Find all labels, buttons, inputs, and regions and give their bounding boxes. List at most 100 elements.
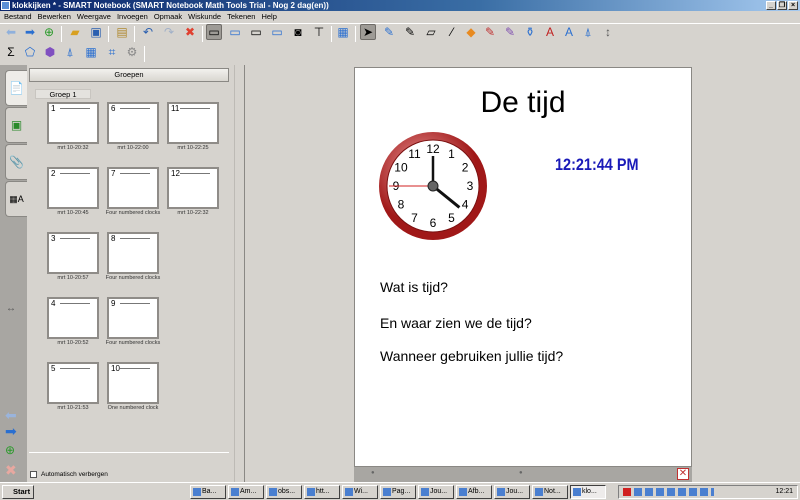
compass-icon[interactable]: ⍋ bbox=[62, 44, 78, 60]
thumbnail-line bbox=[60, 303, 90, 304]
forward-arrow-icon[interactable]: ➡ bbox=[22, 24, 38, 40]
thumbnail-label: Four numbered clocks bbox=[105, 340, 161, 346]
menu-tekenen[interactable]: Tekenen bbox=[227, 11, 255, 22]
text-icon[interactable]: A bbox=[542, 24, 558, 40]
taskbar-item[interactable]: Jou... bbox=[494, 485, 530, 499]
document-camera-icon[interactable]: ⊤ bbox=[311, 24, 327, 40]
minimize-button[interactable]: _ bbox=[766, 1, 776, 10]
sigma-icon[interactable]: Σ bbox=[3, 44, 19, 60]
tray-icon[interactable] bbox=[623, 488, 631, 496]
taskbar-item[interactable]: Afb... bbox=[456, 485, 492, 499]
handle-icon[interactable]: ● bbox=[519, 470, 523, 476]
restore-button[interactable]: ❐ bbox=[777, 1, 787, 10]
shapes-icon[interactable]: ◆ bbox=[463, 24, 479, 40]
undo-icon[interactable]: ↶ bbox=[140, 24, 156, 40]
page-sorter-tab[interactable]: 📄 bbox=[5, 70, 27, 106]
groups-button[interactable]: Groepen bbox=[29, 68, 229, 82]
page-thumbnail[interactable]: 1 bbox=[47, 102, 99, 144]
taskbar-item[interactable]: Am... bbox=[228, 485, 264, 499]
page-thumbnail[interactable]: 7 bbox=[107, 167, 159, 209]
checkbox[interactable] bbox=[30, 471, 37, 478]
menu-help[interactable]: Help bbox=[261, 11, 276, 22]
move-toolbar-icon[interactable]: ↕ bbox=[600, 24, 616, 40]
page-thumbnail[interactable]: 4 bbox=[47, 297, 99, 339]
3d-shapes-icon[interactable]: ⬢ bbox=[42, 44, 58, 60]
table-icon[interactable]: ▦ bbox=[335, 24, 351, 40]
attachments-tab[interactable]: 📎 bbox=[5, 144, 27, 180]
graph-icon[interactable]: ⌗ bbox=[104, 44, 120, 60]
polygon-icon[interactable]: ⬠ bbox=[22, 44, 38, 60]
add-page-icon[interactable]: ⊕ bbox=[5, 443, 15, 457]
close-page-icon[interactable]: ✕ bbox=[677, 468, 689, 480]
menu-bewerken[interactable]: Bewerken bbox=[38, 11, 71, 22]
menu-invoegen[interactable]: Invoegen bbox=[117, 11, 148, 22]
properties-icon[interactable]: A bbox=[561, 24, 577, 40]
full-screen-icon[interactable]: ▭ bbox=[227, 24, 243, 40]
taskbar-item[interactable]: obs... bbox=[266, 485, 302, 499]
next-page-icon[interactable]: ➡ bbox=[5, 423, 17, 440]
page-thumbnail[interactable]: 12 bbox=[167, 167, 219, 209]
screen-shade-icon[interactable]: ▭ bbox=[206, 24, 222, 40]
autohide-checkbox[interactable]: Automatisch verbergen bbox=[30, 471, 108, 478]
tray-clock[interactable]: 12:21 bbox=[775, 486, 793, 498]
table-sum-icon[interactable]: ▦ bbox=[83, 44, 99, 60]
measurement-tools-icon[interactable]: ⍋ bbox=[580, 24, 596, 40]
taskbar-item[interactable]: Not... bbox=[532, 485, 568, 499]
transparent-background-icon[interactable]: ▭ bbox=[248, 24, 264, 40]
taskbar-item[interactable]: Ba... bbox=[190, 485, 226, 499]
delete-icon[interactable]: ✖ bbox=[182, 24, 198, 40]
page-thumbnail[interactable]: 11 bbox=[167, 102, 219, 144]
taskbar-item[interactable]: Pag... bbox=[380, 485, 416, 499]
add-page-icon[interactable]: ⊕ bbox=[41, 24, 57, 40]
notebook-page[interactable]: De tijd 12 1 2 3 4 5 6 7 8 9 10 11 12:21:44 PM Wat … bbox=[354, 67, 692, 467]
page-thumbnail[interactable]: 2 bbox=[47, 167, 99, 209]
previous-page-icon[interactable]: ⬅ bbox=[5, 407, 17, 424]
select-pointer-icon[interactable]: ➤ bbox=[360, 24, 376, 40]
menu-weergave[interactable]: Weergave bbox=[77, 11, 111, 22]
page-thumbnail[interactable]: 6 bbox=[107, 102, 159, 144]
eraser-icon[interactable]: ▱ bbox=[423, 24, 439, 40]
gallery-tab[interactable]: ▣ bbox=[5, 107, 27, 143]
dual-page-icon[interactable]: ▭ bbox=[269, 24, 285, 40]
magic-pen-icon[interactable]: ✎ bbox=[502, 24, 518, 40]
menu-opmaak[interactable]: Opmaak bbox=[154, 11, 182, 22]
page-thumbnail[interactable]: 9 bbox=[107, 297, 159, 339]
open-folder-icon[interactable]: ▰ bbox=[67, 24, 83, 40]
delete-page-icon[interactable]: ✖ bbox=[5, 462, 17, 479]
question-1[interactable]: Wat is tijd? bbox=[380, 279, 448, 295]
fill-icon[interactable]: ⚱ bbox=[522, 24, 538, 40]
start-button[interactable]: Start bbox=[2, 485, 34, 499]
redo-icon[interactable]: ↷ bbox=[161, 24, 177, 40]
pen-icon[interactable]: ✎ bbox=[381, 24, 397, 40]
line-icon[interactable]: ⁄ bbox=[444, 24, 460, 40]
save-icon[interactable]: ▣ bbox=[88, 24, 104, 40]
page-thumbnail[interactable]: 10 bbox=[107, 362, 159, 404]
page-title[interactable]: De tijd bbox=[355, 86, 691, 120]
digital-clock[interactable]: 12:21:44 PM bbox=[555, 155, 639, 175]
analog-clock[interactable]: 12 1234567891011 bbox=[377, 130, 489, 242]
tools-icon[interactable]: ⚙ bbox=[124, 44, 140, 60]
creative-pen-icon[interactable]: ✎ bbox=[402, 24, 418, 40]
back-arrow-icon[interactable]: ⬅ bbox=[3, 24, 19, 40]
question-2[interactable]: En waar zien we de tijd? bbox=[380, 315, 532, 331]
screen-capture-icon[interactable]: ◙ bbox=[290, 24, 306, 40]
close-button[interactable]: × bbox=[788, 1, 798, 10]
menu-wiskunde[interactable]: Wiskunde bbox=[188, 11, 221, 22]
shape-pen-icon[interactable]: ✎ bbox=[482, 24, 498, 40]
handle-icon[interactable]: ● bbox=[371, 470, 375, 476]
taskbar-item[interactable]: htt... bbox=[304, 485, 340, 499]
taskbar-item[interactable]: Jou... bbox=[418, 485, 454, 499]
question-3[interactable]: Wanneer gebruiken jullie tijd? bbox=[380, 348, 563, 364]
menu-bestand[interactable]: Bestand bbox=[4, 11, 32, 22]
paste-icon[interactable]: ▤ bbox=[114, 24, 130, 40]
tray-icons[interactable] bbox=[634, 488, 714, 496]
taskbar-item[interactable]: Wi... bbox=[342, 485, 378, 499]
page-thumbnail[interactable]: 5 bbox=[47, 362, 99, 404]
group-label[interactable]: Groep 1 bbox=[35, 89, 91, 99]
properties-tab[interactable]: ▦A bbox=[5, 181, 27, 217]
page-thumbnail[interactable]: 8 bbox=[107, 232, 159, 274]
resize-arrows-icon[interactable]: ↔ bbox=[6, 303, 16, 314]
page-thumbnail[interactable]: 3 bbox=[47, 232, 99, 274]
panel-divider[interactable] bbox=[235, 65, 245, 482]
taskbar-item[interactable]: klo... bbox=[570, 485, 606, 499]
